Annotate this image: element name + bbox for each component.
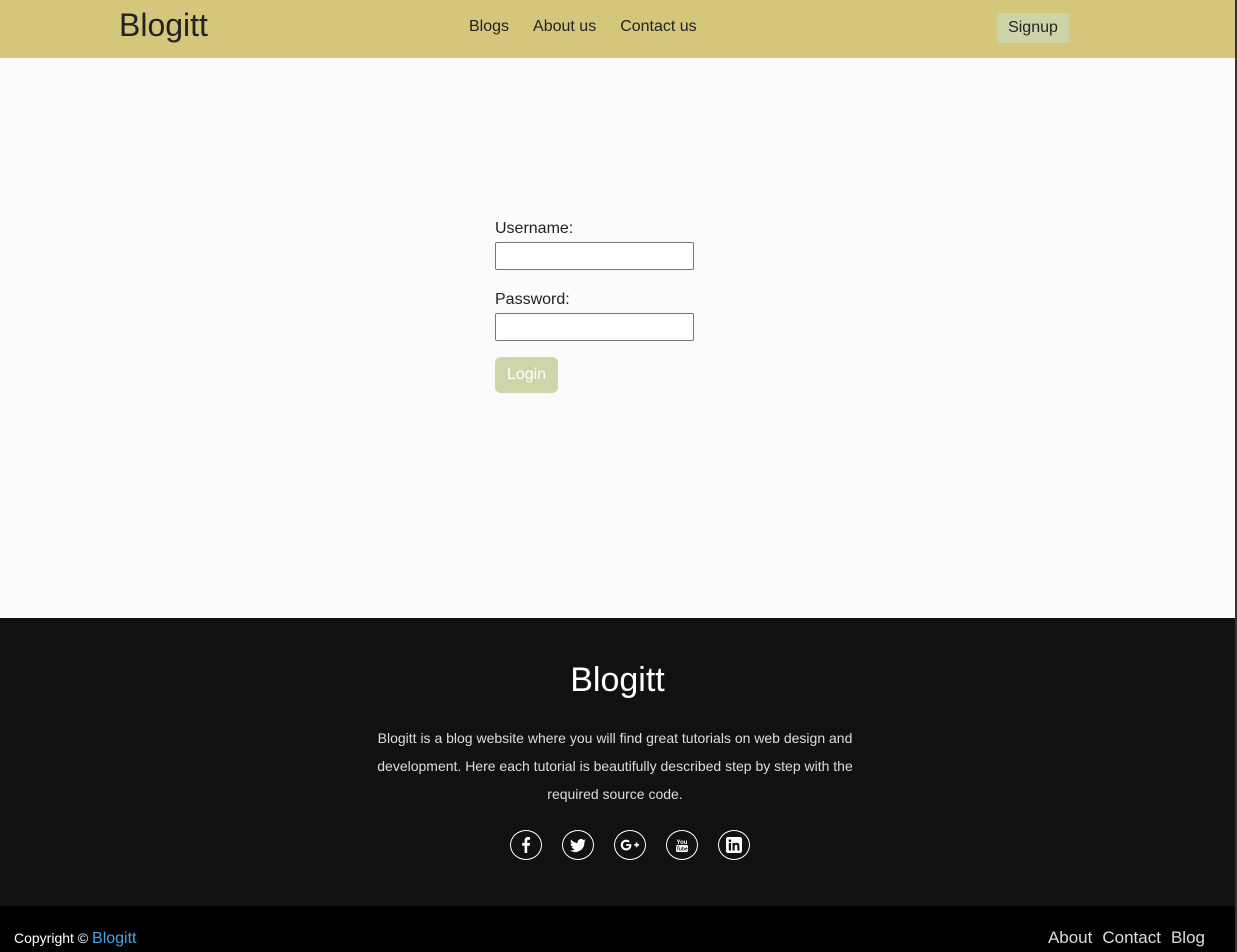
social-links: You Tube bbox=[510, 830, 750, 860]
bottom-link-about[interactable]: About bbox=[1048, 928, 1092, 948]
nav-blogs[interactable]: Blogs bbox=[469, 17, 509, 37]
bottom-link-contact[interactable]: Contact bbox=[1102, 928, 1161, 948]
svg-text:Tube: Tube bbox=[676, 847, 688, 853]
login-button[interactable]: Login bbox=[495, 357, 558, 393]
login-form: Username: Password: Login bbox=[495, 220, 715, 393]
facebook-icon[interactable] bbox=[510, 830, 542, 860]
footer-description: Blogitt is a blog website where you will… bbox=[377, 730, 853, 802]
username-input[interactable] bbox=[495, 242, 694, 270]
bottom-bar: Copyright © Blogitt About Contact Blog bbox=[0, 906, 1235, 952]
bottom-link-blog[interactable]: Blog bbox=[1171, 928, 1205, 948]
copyright-brand-link[interactable]: Blogitt bbox=[92, 930, 136, 947]
signup-button[interactable]: Signup bbox=[997, 13, 1069, 43]
google-plus-icon[interactable] bbox=[614, 830, 646, 860]
nav-about-us[interactable]: About us bbox=[533, 17, 596, 37]
twitter-icon[interactable] bbox=[562, 830, 594, 860]
password-field-group: Password: bbox=[495, 291, 715, 341]
username-field-group: Username: bbox=[495, 220, 715, 270]
linkedin-icon[interactable] bbox=[718, 830, 750, 860]
password-input[interactable] bbox=[495, 313, 694, 341]
password-label: Password: bbox=[495, 291, 570, 308]
nav-contact-us[interactable]: Contact us bbox=[620, 17, 696, 37]
copyright-text: Copyright © bbox=[14, 930, 89, 946]
footer-title: Blogitt bbox=[570, 661, 665, 699]
username-label: Username: bbox=[495, 220, 574, 237]
site-footer: Blogitt Blogitt is a blog website where … bbox=[0, 618, 1235, 906]
copyright: Copyright © Blogitt bbox=[14, 929, 136, 948]
bottom-links: About Contact Blog bbox=[1048, 928, 1205, 948]
site-logo[interactable]: Blogitt bbox=[119, 6, 208, 44]
main-nav: Blogs About us Contact us bbox=[469, 17, 721, 37]
site-header: Blogitt Blogs About us Contact us Signup bbox=[0, 0, 1235, 58]
youtube-icon[interactable]: You Tube bbox=[666, 830, 698, 860]
